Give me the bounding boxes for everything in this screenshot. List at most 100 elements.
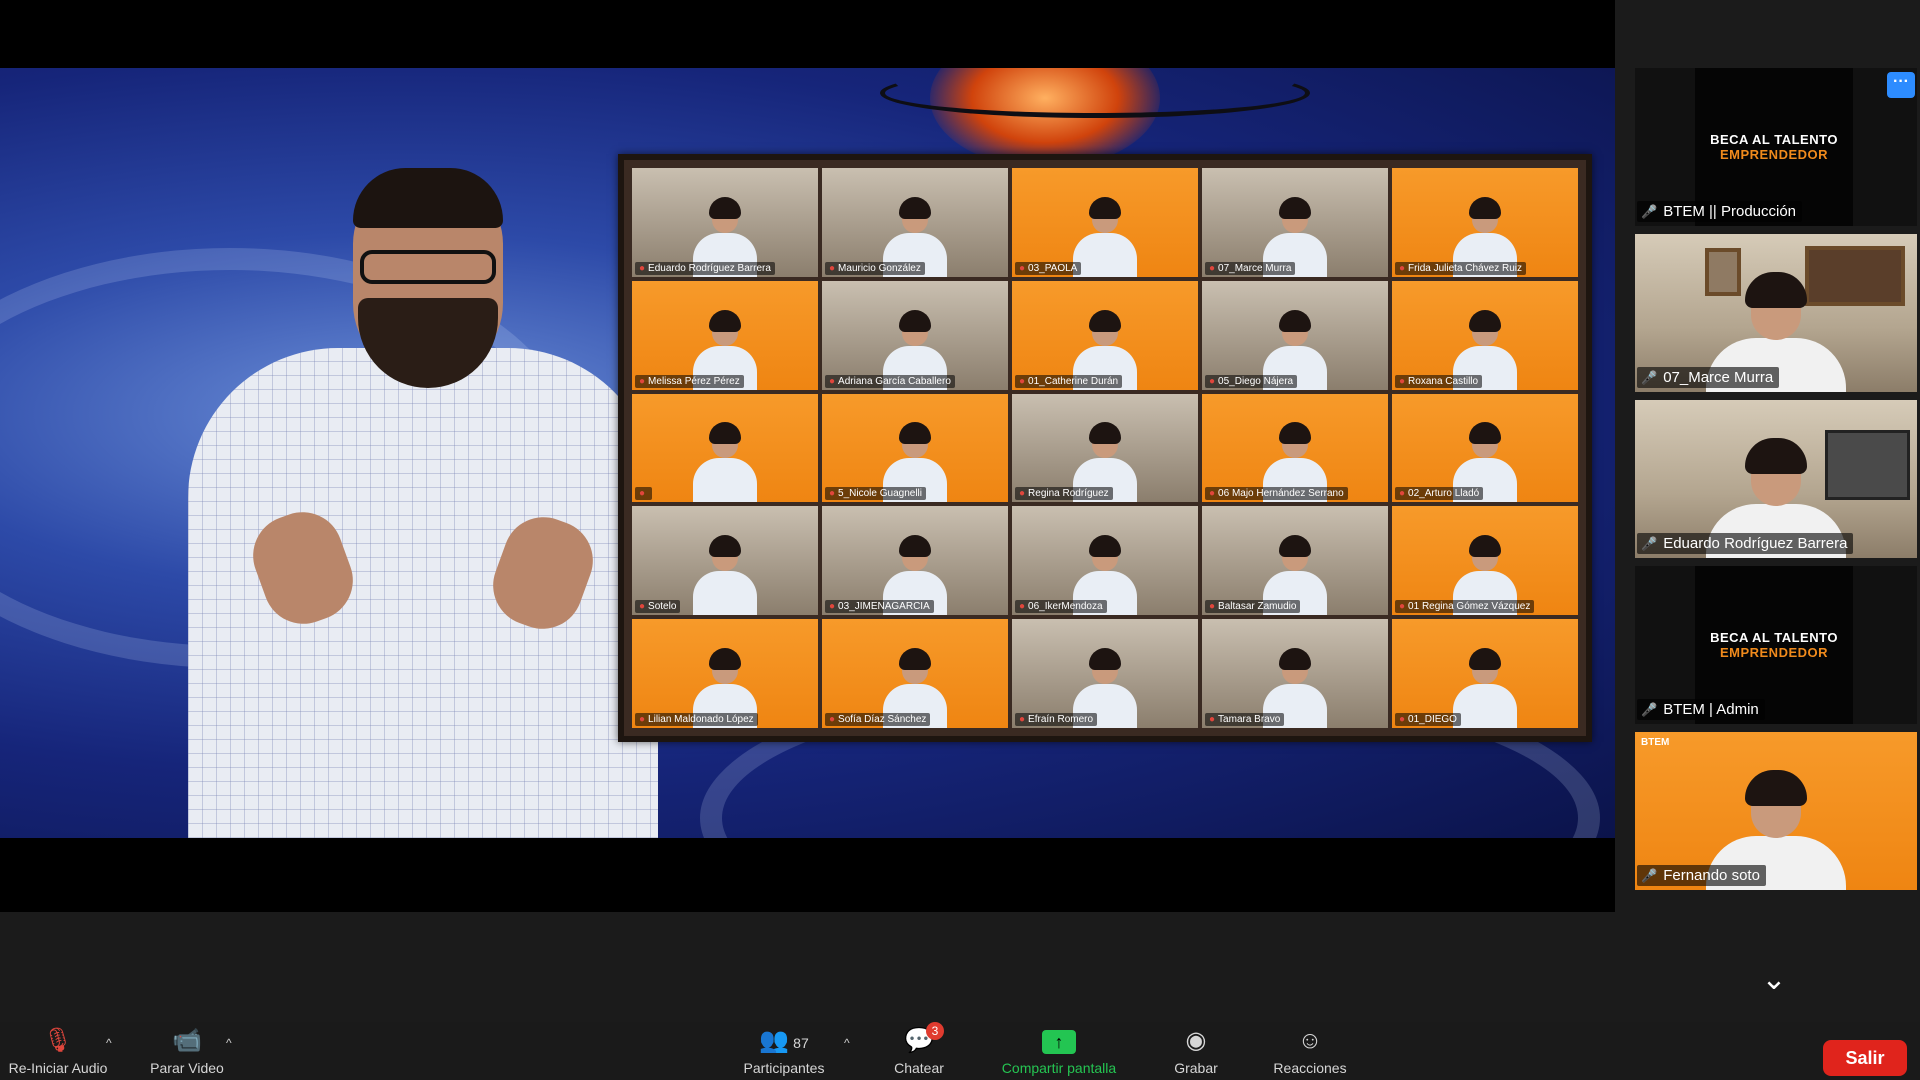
participant-name-label: ● Efraín Romero [1015, 713, 1098, 726]
chat-unread-badge: 3 [925, 1022, 944, 1040]
participant-name-label: ● Baltasar Zamudio [1205, 600, 1301, 614]
mic-muted-icon: ● [639, 262, 646, 274]
mic-muted-icon: ● [1019, 488, 1026, 500]
chat-bubble-icon: 💬 3 [904, 1022, 944, 1056]
presenter-glasses [360, 250, 496, 284]
mic-muted-icon: ● [1209, 714, 1216, 725]
mic-muted-icon: ● [639, 488, 646, 500]
gallery-participant-tile: ● Roxana Castillo [1392, 280, 1578, 390]
participant-name-label: ● [635, 487, 653, 501]
gallery-participant-tile: ● 07_Marce Murra [1202, 168, 1388, 277]
presenter-shirt [188, 348, 658, 838]
participant-name-label: ● Adriana García Caballero [825, 374, 955, 388]
mic-muted-icon: 🎙 [42, 1027, 74, 1054]
gallery-participant-tile: ● 03_JIMENAGARCIA [822, 506, 1008, 616]
video-tile-btem-admin[interactable]: BECA AL TALENTO EMPRENDEDOR 🎤 BTEM | Admi… [1635, 566, 1917, 724]
participant-video [693, 533, 757, 616]
participants-count: 87 [793, 1035, 809, 1051]
gallery-participant-tile: ● 03_PAOLA [1012, 168, 1198, 277]
audio-options-caret[interactable]: ^ [106, 1036, 112, 1050]
video-tile-btem-produccion[interactable]: BECA AL TALENTO EMPRENDEDOR ··· 🎤 BTEM ||… [1635, 68, 1917, 226]
mic-muted-icon: ● [829, 262, 836, 274]
participant-name-label: ● 06_IkerMendoza [1015, 600, 1107, 614]
participant-name-label: 🎤 Fernando soto [1637, 865, 1766, 886]
participant-sidebar: BECA AL TALENTO EMPRENDEDOR ··· 🎤 BTEM ||… [1615, 0, 1920, 1022]
participant-name-label: ● 01_Catherine Durán [1015, 374, 1123, 388]
mic-muted-icon: ● [1019, 714, 1026, 725]
mic-muted-icon: 🎤 [1641, 370, 1658, 385]
zoom-meeting-window: ● Eduardo Rodríguez Barrera ● Mauricio Gonz… [0, 0, 1920, 1080]
gallery-participant-tile: ● 06 Majo Hernández Serrano [1202, 393, 1388, 503]
gallery-participant-tile: ● Baltasar Zamudio [1202, 506, 1388, 616]
gallery-participant-tile: ● Efraín Romero [1012, 619, 1198, 728]
leave-meeting-button[interactable]: Salir [1823, 1040, 1907, 1076]
record-button[interactable]: ◉ Grabar [1166, 1026, 1226, 1076]
gallery-participant-tile: ● Sofía Díaz Sánchez [822, 619, 1008, 728]
participant-name-label: ● Tamara Bravo [1205, 713, 1285, 726]
participant-name-label: ● 05_Diego Nájera [1205, 374, 1298, 388]
poster-line-2: EMPRENDEDOR [1719, 645, 1829, 660]
participant-name-label: ● Roxana Castillo [1395, 374, 1483, 388]
mic-muted-icon: ● [1019, 262, 1026, 274]
video-options-caret[interactable]: ^ [226, 1036, 232, 1050]
gallery-participant-tile: ● Melissa Pérez Pérez [632, 280, 818, 390]
poster-line-2: EMPRENDEDOR [1719, 147, 1829, 162]
gallery-participant-tile: ● Frida Julieta Chávez Ruiz [1392, 168, 1578, 277]
chat-button[interactable]: 💬 3 Chatear [886, 1022, 952, 1076]
gallery-participant-tile: ● Tamara Bravo [1202, 619, 1388, 728]
reactions-button[interactable]: ☺ Reacciones [1262, 1026, 1358, 1076]
participant-name-label: ● 5_Nicole Guagnelli [825, 487, 926, 501]
mic-muted-icon: ● [1399, 488, 1406, 500]
poster-line-1: BECA AL TALENTO [1710, 630, 1838, 645]
participant-name-label: 🎤 07_Marce Murra [1637, 367, 1780, 388]
mic-muted-icon: ● [639, 601, 646, 613]
mic-muted-icon: ● [1209, 601, 1216, 613]
participant-name-label: ● 01 Regina Gómez Vázquez [1395, 600, 1535, 614]
poster-line-1: BECA AL TALENTO [1710, 132, 1838, 147]
participant-name-label: ● Lilian Maldonado López [635, 713, 758, 726]
participant-name-label: 🎤 BTEM || Producción [1637, 201, 1803, 222]
mic-muted-icon: ● [1209, 488, 1216, 500]
mic-muted-icon: ● [1399, 375, 1406, 387]
btem-logo: BTEM [1641, 737, 1670, 748]
gallery-participant-tile: ● Regina Rodríguez [1012, 393, 1198, 503]
mic-muted-icon: ● [829, 375, 836, 387]
stop-video-button[interactable]: 📹 Parar Video [140, 1026, 234, 1076]
gallery-participant-tile: ● 01 Regina Gómez Vázquez [1392, 506, 1578, 616]
gallery-participant-tile: ● 05_Diego Nájera [1202, 280, 1388, 390]
more-dots-icon[interactable]: ··· [1887, 72, 1915, 98]
mic-muted-icon: ● [639, 375, 646, 387]
mic-muted-icon: 🎤 [1641, 868, 1658, 883]
main-video-stage: ● Eduardo Rodríguez Barrera ● Mauricio Gonz… [0, 0, 1615, 912]
gallery-participant-tile: ● Sotelo [632, 506, 818, 616]
participants-button[interactable]: 👥 87 Participantes [734, 1026, 834, 1076]
participant-video [1453, 646, 1517, 728]
participant-name-label: ● Sofía Díaz Sánchez [825, 713, 931, 726]
gallery-participant-tile: ● Eduardo Rodríguez Barrera [632, 168, 818, 277]
gallery-participant-tile: ● Mauricio González [822, 168, 1008, 277]
share-screen-button[interactable]: ↑ Compartir pantalla [984, 1026, 1134, 1076]
video-tile-marce-murra[interactable]: 🎤 07_Marce Murra [1635, 234, 1917, 392]
participant-name-label: ● 03_JIMENAGARCIA [825, 600, 934, 614]
mic-muted-icon: ● [1399, 714, 1406, 725]
video-tile-fernando-soto[interactable]: BTEM 🎤 Fernando soto [1635, 732, 1917, 890]
participant-name-label: 🎤 Eduardo Rodríguez Barrera [1637, 533, 1854, 554]
participant-name-label: ● Regina Rodríguez [1015, 487, 1113, 501]
shared-screen[interactable]: ● Eduardo Rodríguez Barrera ● Mauricio Gonz… [0, 68, 1615, 838]
participant-name-label: ● 01_DIEGO [1395, 713, 1461, 726]
mic-muted-icon: ● [1399, 601, 1406, 613]
participant-video [1073, 195, 1137, 277]
participant-name-label: ● Mauricio González [825, 261, 925, 275]
mic-muted-icon: ● [829, 714, 836, 725]
participant-name-label: ● Frida Julieta Chávez Ruiz [1395, 261, 1526, 275]
gallery-participant-tile: ● 01_Catherine Durán [1012, 280, 1198, 390]
participants-options-caret[interactable]: ^ [844, 1036, 850, 1050]
video-tile-eduardo-rodriguez[interactable]: 🎤 Eduardo Rodríguez Barrera [1635, 400, 1917, 558]
gallery-participant-tile: ● [632, 393, 818, 503]
gallery-participant-tile: ● 02_Arturo Lladó [1392, 393, 1578, 503]
background-ring [880, 68, 1310, 118]
unmute-audio-button[interactable]: 🎙 Re-Iniciar Audio [0, 1026, 116, 1076]
gallery-participant-tile: ● Lilian Maldonado López [632, 619, 818, 728]
chevron-down-icon[interactable]: ⌄ [1752, 965, 1796, 995]
mic-muted-icon: ● [1399, 262, 1406, 274]
